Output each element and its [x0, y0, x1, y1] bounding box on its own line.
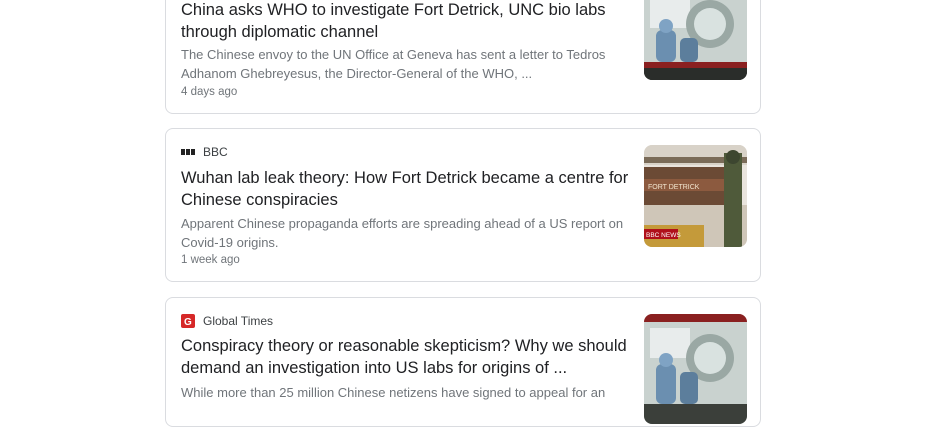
- article-snippet: Apparent Chinese propaganda efforts are …: [181, 216, 624, 250]
- article-thumbnail[interactable]: [644, 0, 747, 80]
- svg-text:G: G: [184, 317, 192, 328]
- news-card[interactable]: BBC Wuhan lab leak theory: How Fort Detr…: [165, 128, 761, 282]
- news-card[interactable]: G Global Times Conspiracy theory or reas…: [165, 297, 761, 427]
- source-name: Global Times: [203, 314, 274, 328]
- article-headline[interactable]: Wuhan lab leak theory: How Fort Detrick …: [181, 167, 636, 211]
- fort-detrick-sign-thumbnail: FORT DETRICK BBC NEWS: [644, 145, 747, 247]
- article-snippet: The Chinese envoy to the UN Office at Ge…: [181, 47, 606, 81]
- lab-scene-thumbnail: [644, 314, 747, 424]
- article-thumbnail[interactable]: FORT DETRICK BBC NEWS: [644, 145, 747, 247]
- source-name: BBC: [203, 145, 228, 159]
- article-thumbnail[interactable]: [644, 314, 747, 424]
- thumbnail-sign-text: FORT DETRICK: [648, 184, 700, 191]
- article-timestamp: 1 week ago: [181, 254, 240, 266]
- global-times-logo-icon: G: [181, 314, 195, 328]
- article-timestamp: 4 days ago: [181, 86, 238, 98]
- news-card[interactable]: China asks WHO to investigate Fort Detri…: [165, 0, 761, 114]
- bbc-logo-icon: [181, 145, 195, 159]
- article-source[interactable]: BBC: [181, 145, 228, 159]
- lab-scene-thumbnail: [644, 0, 747, 80]
- thumbnail-badge-text: BBC NEWS: [646, 232, 681, 239]
- article-snippet: While more than 25 million Chinese netiz…: [181, 385, 606, 400]
- article-headline[interactable]: Conspiracy theory or reasonable skeptici…: [181, 335, 636, 379]
- article-headline[interactable]: China asks WHO to investigate Fort Detri…: [181, 0, 636, 43]
- article-source[interactable]: G Global Times: [181, 314, 273, 328]
